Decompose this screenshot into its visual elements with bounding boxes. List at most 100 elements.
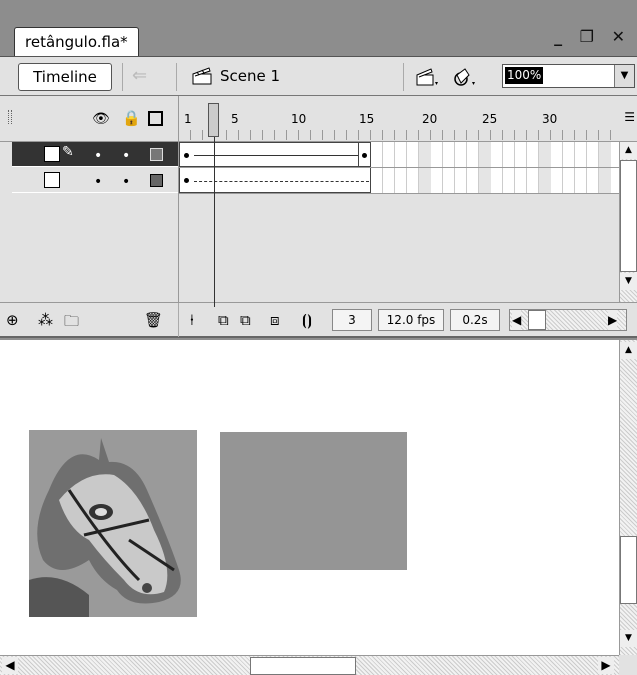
lock-icon[interactable]: 🔒 (122, 109, 141, 127)
keyframe-dot (184, 178, 189, 183)
add-layer-icon[interactable]: ⊕ (6, 311, 19, 329)
eye-icon[interactable]: 👁 (92, 111, 110, 127)
visibility-dot[interactable]: • (94, 148, 102, 164)
frame-shade (419, 142, 431, 167)
edit-symbol-icon[interactable] (451, 66, 479, 88)
timeline-vertical-scrollbar[interactable]: ▲ ▼ (619, 142, 637, 302)
current-frame: 3 (332, 309, 372, 331)
window-controls: _ ❐ ✕ (554, 27, 631, 46)
edit-bar: Timeline ⇐ Scene 1 100% ▼ (0, 56, 637, 96)
layer-icon (44, 146, 60, 162)
lock-dot[interactable]: • (122, 174, 130, 190)
frame-divider (358, 143, 359, 167)
frame-shade (479, 168, 491, 193)
footer-divider (178, 303, 179, 337)
ruler-number: 5 (231, 112, 239, 126)
layer-icon (44, 172, 60, 188)
scroll-right-icon[interactable]: ▶ (598, 657, 614, 674)
stage-horizontal-scrollbar[interactable]: ◀ ▶ (0, 655, 619, 675)
scroll-left-icon[interactable]: ◀ (512, 310, 522, 330)
close-button[interactable]: ✕ (612, 27, 631, 46)
scroll-down-icon[interactable]: ▼ (620, 630, 637, 647)
add-guide-icon[interactable]: ⁂ (38, 311, 53, 329)
frame-shade (419, 168, 431, 193)
ruler-number: 20 (422, 112, 438, 126)
toolbar-divider (176, 63, 177, 91)
toolbar-divider (403, 63, 404, 91)
static-frame-span[interactable] (179, 168, 371, 193)
ruler-number: 1 (184, 112, 192, 126)
edit-scene-icon[interactable] (415, 66, 441, 88)
frame-shade (599, 168, 611, 193)
ruler-number: 25 (482, 112, 498, 126)
modify-markers-icon[interactable]: ⦗⦘ (302, 311, 312, 329)
add-folder-icon[interactable]: 🗀 (64, 311, 79, 336)
motion-tween-span[interactable] (179, 142, 371, 167)
stage-vertical-scrollbar[interactable]: ▲ ▼ (619, 340, 637, 655)
gray-rectangle[interactable] (220, 432, 407, 570)
scroll-up-icon[interactable]: ▲ (620, 142, 637, 159)
zoom-select[interactable]: 100% ▼ (502, 64, 635, 88)
minimize-button[interactable]: _ (554, 27, 568, 46)
frame-rate[interactable]: 12.0 fps (378, 309, 444, 331)
frame-shade (539, 142, 551, 167)
scrollbar-corner (619, 655, 637, 675)
frame-row[interactable] (179, 168, 620, 194)
onion-skin-outlines-icon[interactable]: ⧉ (240, 311, 251, 329)
zoom-value: 100% (505, 67, 544, 84)
frame-shade (539, 168, 551, 193)
scroll-thumb[interactable] (528, 310, 546, 330)
keyframe-dot (362, 153, 367, 158)
tween-arrow (194, 155, 359, 156)
layer-header: 👁 🔒 (0, 96, 178, 142)
restore-button[interactable]: ❐ (580, 27, 600, 46)
scene-label: Scene 1 (220, 67, 281, 85)
flash-editor-window: retângulo.fla* _ ❐ ✕ Timeline ⇐ Scene 1 … (0, 0, 637, 675)
trash-icon[interactable]: 🗑 (144, 311, 163, 329)
edit-multiple-frames-icon[interactable]: ⧈ (270, 311, 280, 329)
scene-icon (192, 67, 212, 85)
lock-dot[interactable]: • (122, 148, 130, 164)
frame-row[interactable] (179, 142, 620, 168)
frame-ruler[interactable]: 1 5 10 15 20 25 30 ☰ (178, 96, 637, 142)
timeline-footer: ⊕ ⁂ 🗀 🗑 ⍿ ⧉ ⧉ ⧈ ⦗⦘ 3 12.0 fps 0.2s ◀ ▶ (0, 302, 637, 338)
scroll-left-icon[interactable]: ◀ (2, 657, 18, 674)
scroll-thumb[interactable] (250, 657, 356, 675)
visibility-dot[interactable]: • (94, 174, 102, 190)
layer-row[interactable]: ✎ • • (12, 142, 178, 167)
outline-color-swatch[interactable] (150, 174, 163, 187)
back-arrow-icon[interactable]: ⇐ (132, 65, 147, 86)
frame-dash-line (194, 181, 369, 182)
frame-shade (479, 142, 491, 167)
layer-row[interactable]: • • (12, 168, 178, 193)
scroll-thumb[interactable] (620, 536, 637, 604)
outline-color-swatch[interactable] (150, 148, 163, 161)
ruler-number: 15 (359, 112, 375, 126)
ruler-ticks (179, 130, 620, 140)
ruler-number: 10 (291, 112, 307, 126)
chevron-down-icon[interactable]: ▼ (614, 65, 634, 87)
frame-shade (599, 142, 611, 167)
timeline-toggle-button[interactable]: Timeline (18, 63, 112, 91)
stage[interactable] (0, 340, 619, 655)
document-tab[interactable]: retângulo.fla* (14, 27, 139, 58)
frame-grid[interactable] (178, 142, 620, 302)
onion-skin-icon[interactable]: ⧉ (218, 311, 229, 329)
pencil-icon: ✎ (62, 144, 74, 160)
scroll-down-icon[interactable]: ▼ (620, 273, 637, 290)
elapsed-time: 0.2s (450, 309, 500, 331)
ruler-number: 30 (542, 112, 558, 126)
horse-image[interactable] (29, 430, 197, 617)
scroll-right-icon[interactable]: ▶ (608, 310, 618, 330)
outline-icon[interactable] (148, 111, 163, 126)
drag-grip-icon[interactable] (8, 110, 12, 124)
scroll-up-icon[interactable]: ▲ (620, 342, 637, 359)
scroll-thumb[interactable] (620, 160, 637, 272)
playhead-line (214, 137, 215, 307)
timeline-horizontal-scrollbar[interactable]: ◀ ▶ (509, 309, 627, 331)
layer-list: ✎ • • • • (0, 142, 178, 302)
playhead[interactable] (208, 103, 219, 137)
timeline-menu-icon[interactable]: ☰ (624, 110, 635, 124)
toolbar-divider (122, 63, 123, 91)
center-frame-icon[interactable]: ⍿ (190, 311, 194, 329)
